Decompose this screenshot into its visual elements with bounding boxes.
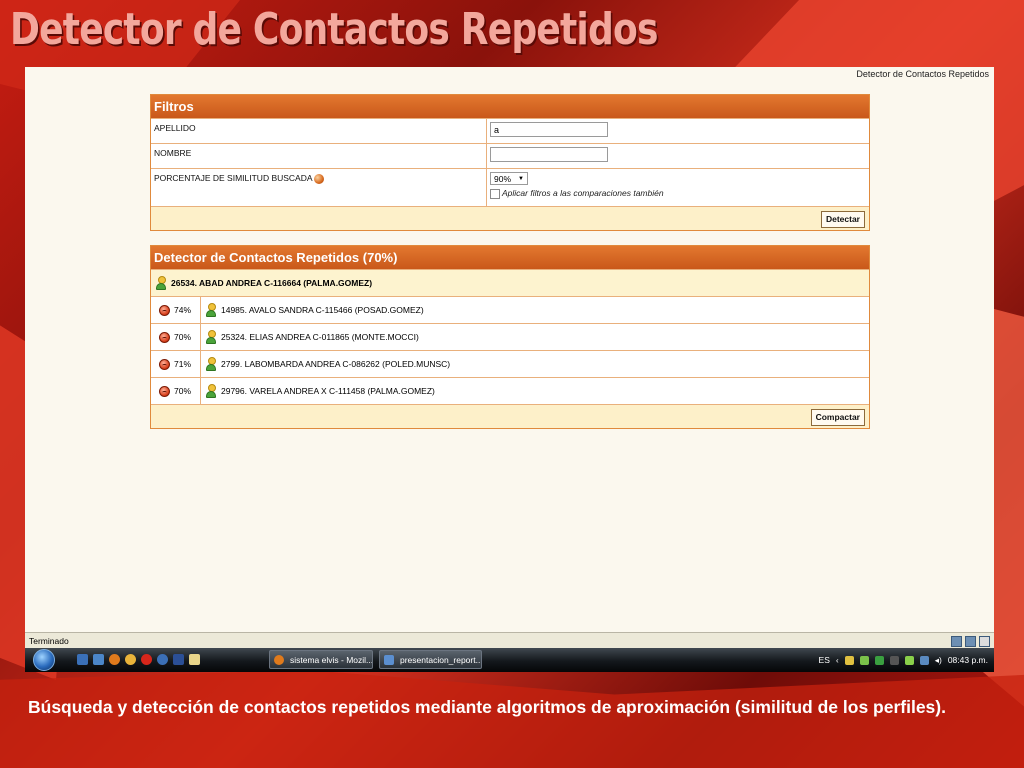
page-header-link[interactable]: Detector de Contactos Repetidos: [856, 69, 989, 79]
system-tray: ES ‹ ◂) 08:43 p.m.: [819, 648, 988, 672]
similarity-percent: 70%: [174, 386, 192, 396]
status-icon-2: [965, 636, 976, 647]
person-icon: [206, 357, 216, 371]
similarity-cell: 70%: [151, 378, 201, 404]
screenshot-window: Detector de Contactos Repetidos Filtros …: [25, 67, 994, 672]
firefox-icon[interactable]: [109, 654, 120, 665]
tray-icon[interactable]: [844, 655, 854, 665]
tray-icon[interactable]: [904, 655, 914, 665]
status-text: Terminado: [29, 636, 69, 646]
clock[interactable]: 08:43 p.m.: [948, 648, 988, 672]
mail-icon: [979, 636, 990, 647]
sad-face-icon: [159, 385, 170, 397]
chevron-left-icon[interactable]: ‹: [836, 648, 839, 672]
browser-status-bar: Terminado: [25, 632, 994, 648]
results-panel: Detector de Contactos Repetidos (70%) 26…: [150, 245, 870, 429]
task-presentation[interactable]: presentacion_report...: [379, 650, 482, 669]
slide-title: Detector de Contactos Repetidos: [10, 4, 658, 55]
apply-filters-checkbox[interactable]: [490, 188, 500, 199]
apply-filters-label: Aplicar filtros a las comparaciones tamb…: [502, 188, 664, 198]
show-desktop-icon[interactable]: [77, 654, 88, 665]
volume-icon[interactable]: ◂): [935, 648, 942, 672]
sad-face-icon: [159, 331, 170, 343]
nombre-input[interactable]: [490, 147, 608, 162]
compact-button[interactable]: Compactar: [810, 409, 865, 426]
similitud-selected-value: 90%: [494, 174, 512, 184]
detect-button[interactable]: Detectar: [820, 211, 865, 228]
apellido-row: APELLIDO a: [151, 118, 869, 143]
network-icon[interactable]: [919, 655, 929, 665]
filters-panel: Filtros APELLIDO a NOMBRE PORCENTAJE DE …: [150, 94, 870, 231]
duplicate-contact-cell: 2799. LABOMBARDA ANDREA C-086262 (POLED.…: [201, 357, 450, 371]
notes-icon[interactable]: [189, 654, 200, 665]
similitud-select[interactable]: 90% ▼: [490, 172, 528, 185]
filters-footer: Detectar: [151, 206, 869, 230]
filters-panel-title: Filtros: [151, 95, 869, 118]
task-label: sistema elvis - Mozil...: [290, 655, 373, 665]
language-indicator[interactable]: ES: [819, 648, 830, 672]
results-panel-title: Detector de Contactos Repetidos (70%): [151, 246, 869, 269]
similarity-cell: 70%: [151, 324, 201, 350]
duplicate-contact-label: 29796. VARELA ANDREA X C-111458 (PALMA.G…: [221, 386, 435, 396]
duplicate-contact-label: 2799. LABOMBARDA ANDREA C-086262 (POLED.…: [221, 359, 451, 369]
person-icon: [206, 303, 216, 317]
person-icon: [156, 276, 166, 290]
duplicate-list: 74% 14985. AVALO SANDRA C-115466 (POSAD.G…: [151, 296, 869, 404]
main-contact-row[interactable]: 26534. ABAD ANDREA C-116664 (PALMA.GOMEZ…: [151, 269, 869, 296]
sad-face-icon: [159, 304, 170, 316]
browser-content: Detector de Contactos Repetidos Filtros …: [25, 67, 994, 632]
duplicate-contact-label: 14985. AVALO SANDRA C-115466 (POSAD.GOME…: [221, 305, 424, 315]
duplicate-row[interactable]: 70% 29796. VARELA ANDREA X C-111458 (PALM…: [151, 377, 869, 404]
windows-orb-icon[interactable]: [33, 649, 55, 671]
tray-icon[interactable]: [859, 655, 869, 665]
similitud-row: PORCENTAJE DE SIMILITUD BUSCADA 90% ▼ Apl…: [151, 168, 869, 206]
similarity-cell: 74%: [151, 297, 201, 323]
results-footer: Compactar: [151, 404, 869, 428]
firefox-icon: [274, 655, 284, 665]
quick-launch: [77, 654, 200, 665]
main-contact-label: 26534. ABAD ANDREA C-116664 (PALMA.GOMEZ…: [171, 278, 373, 288]
person-icon: [206, 384, 216, 398]
switch-windows-icon[interactable]: [93, 654, 104, 665]
app-icon[interactable]: [173, 654, 184, 665]
task-firefox[interactable]: sistema elvis - Mozil...: [269, 650, 373, 669]
tray-icon[interactable]: [889, 655, 899, 665]
task-label: presentacion_report...: [400, 655, 482, 665]
opera-icon[interactable]: [141, 654, 152, 665]
taskbar: sistema elvis - Mozil... presentacion_re…: [25, 648, 994, 672]
nombre-row: NOMBRE: [151, 143, 869, 168]
similarity-percent: 71%: [174, 359, 192, 369]
duplicate-contact-cell: 14985. AVALO SANDRA C-115466 (POSAD.GOME…: [201, 303, 424, 317]
person-icon: [206, 330, 216, 344]
apellido-input[interactable]: a: [490, 122, 608, 137]
status-icon-1: [951, 636, 962, 647]
chevron-down-icon: ▼: [518, 176, 524, 182]
similarity-percent: 70%: [174, 332, 192, 342]
document-icon: [384, 655, 394, 665]
slide-caption: Búsqueda y detección de contactos repeti…: [28, 697, 946, 717]
duplicate-row[interactable]: 74% 14985. AVALO SANDRA C-115466 (POSAD.G…: [151, 296, 869, 323]
similarity-percent: 74%: [174, 305, 192, 315]
tray-icon[interactable]: [874, 655, 884, 665]
similarity-cell: 71%: [151, 351, 201, 377]
apellido-label: APELLIDO: [151, 119, 487, 143]
ie-icon[interactable]: [157, 654, 168, 665]
nombre-label: NOMBRE: [151, 144, 487, 168]
duplicate-row[interactable]: 70% 25324. ELIAS ANDREA C-011865 (MONTE.M…: [151, 323, 869, 350]
browser-icon[interactable]: [125, 654, 136, 665]
similitud-label: PORCENTAJE DE SIMILITUD BUSCADA: [154, 173, 313, 183]
duplicate-contact-label: 25324. ELIAS ANDREA C-011865 (MONTE.MOCC…: [221, 332, 419, 342]
sad-face-icon: [159, 358, 170, 370]
duplicate-contact-cell: 25324. ELIAS ANDREA C-011865 (MONTE.MOCC…: [201, 330, 419, 344]
duplicate-contact-cell: 29796. VARELA ANDREA X C-111458 (PALMA.G…: [201, 384, 435, 398]
help-icon[interactable]: [314, 173, 325, 184]
duplicate-row[interactable]: 71% 2799. LABOMBARDA ANDREA C-086262 (POL…: [151, 350, 869, 377]
